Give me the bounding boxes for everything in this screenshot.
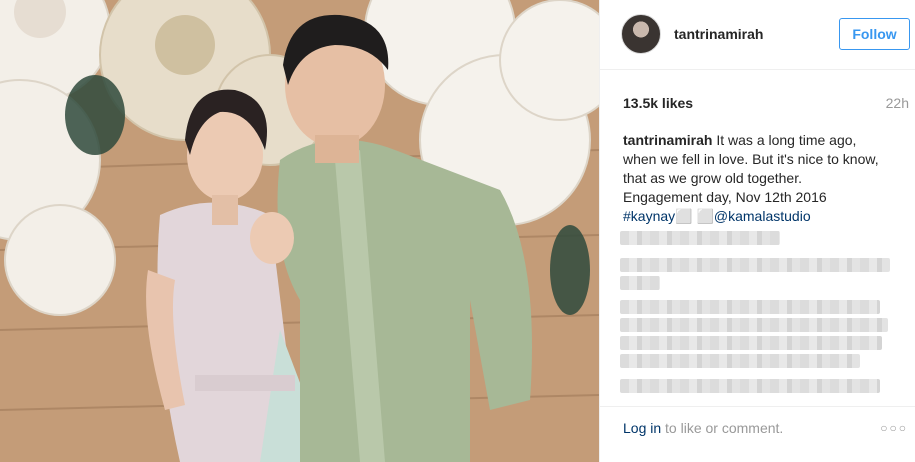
caption-line-4: Engagement day, Nov 12th 2016 (623, 189, 827, 205)
follow-button[interactable]: Follow (839, 18, 910, 50)
caption-username[interactable]: tantrinamirah (623, 132, 712, 148)
likes-count[interactable]: 13.5k likes (623, 95, 693, 111)
blurred-comment (620, 354, 860, 368)
login-link[interactable]: Log in (623, 420, 661, 436)
blurred-comment (620, 276, 660, 290)
caption-line-2: when we fell in love. But it's nice to k… (623, 151, 879, 167)
caption-mention[interactable]: ⬜@kamalastudio (696, 208, 810, 224)
post-caption: tantrinamirah It was a long time ago, wh… (623, 131, 908, 226)
caption-line-1: It was a long time ago, (716, 132, 857, 148)
login-prompt: Log in to like or comment. (623, 420, 783, 436)
author-username[interactable]: tantrinamirah (674, 26, 763, 42)
author-avatar[interactable] (621, 14, 661, 54)
blurred-comment (620, 336, 882, 350)
caption-line-3: that as we grow old together. (623, 170, 802, 186)
caption-hashtag[interactable]: #kaynay⬜ (623, 208, 693, 224)
blurred-comment (620, 231, 780, 245)
post-footer: Log in to like or comment. ○○○ (600, 406, 915, 462)
blurred-comment (620, 379, 880, 393)
blurred-comment (620, 258, 890, 272)
post-photo (0, 0, 599, 462)
post-details-panel: tantrinamirah Follow 13.5k likes 22h tan… (599, 0, 915, 462)
login-prompt-text: to like or comment. (661, 420, 784, 436)
post-header: tantrinamirah Follow (600, 0, 915, 70)
post-photo-image (0, 0, 599, 462)
post-time[interactable]: 22h (886, 95, 909, 111)
more-options-icon[interactable]: ○○○ (880, 421, 908, 435)
blurred-comment (620, 318, 888, 332)
blurred-comment (620, 300, 880, 314)
